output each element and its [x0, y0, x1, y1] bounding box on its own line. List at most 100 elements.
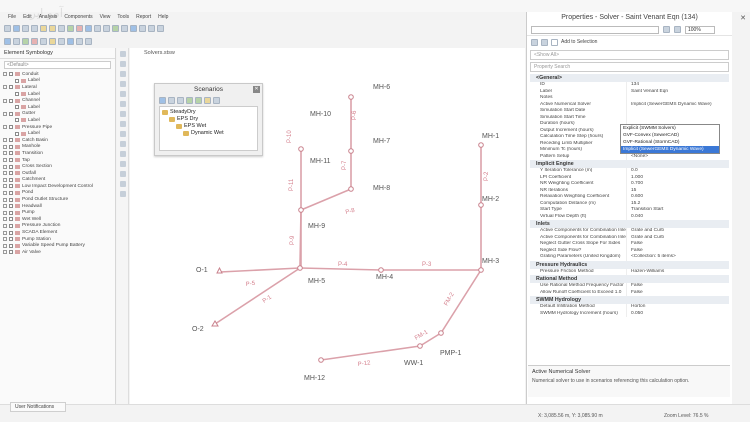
symbology-item[interactable]: Tap — [3, 157, 115, 164]
dropdown-option[interactable]: GVF-Convex (SewerCAD) — [621, 132, 719, 139]
new-icon[interactable] — [4, 24, 11, 32]
conduit-tool-icon[interactable] — [119, 71, 126, 77]
categorized-icon[interactable] — [531, 38, 538, 46]
pipe-line-p4[interactable] — [299, 267, 382, 271]
pipe-line-p5[interactable] — [219, 267, 301, 273]
element-selector[interactable] — [531, 25, 659, 34]
menu-item-tools[interactable]: Tools — [117, 14, 129, 20]
checkbox[interactable] — [9, 125, 13, 130]
compute-scenario-icon[interactable] — [195, 96, 202, 104]
zoom-select[interactable]: 100% — [685, 25, 715, 34]
expand-icon[interactable] — [3, 151, 7, 156]
wetwell-tool-icon[interactable] — [119, 131, 126, 137]
symbology-item[interactable]: Label — [3, 91, 115, 98]
pipe-icon[interactable] — [22, 37, 29, 45]
checkbox[interactable] — [9, 85, 13, 90]
expand-icon[interactable] — [3, 237, 7, 242]
symbology-item[interactable]: Label — [3, 104, 115, 111]
menu-item-components[interactable]: Components — [64, 14, 92, 20]
symbology-item[interactable]: Channel — [3, 97, 115, 104]
checkbox[interactable] — [9, 171, 13, 176]
new-scenario-icon[interactable] — [159, 96, 166, 104]
compute-icon[interactable] — [67, 24, 74, 32]
property-value[interactable]: False — [626, 289, 729, 296]
zoom-in-icon[interactable] — [148, 24, 155, 32]
node-marker[interactable] — [478, 267, 484, 273]
symbology-item[interactable]: Manhole — [3, 144, 115, 151]
expand-icon[interactable] — [3, 171, 7, 176]
zoom-extents-icon[interactable] — [139, 24, 146, 32]
symbology-item[interactable]: Label — [3, 78, 115, 85]
expand-icon[interactable] — [3, 138, 7, 143]
checkbox[interactable] — [9, 111, 13, 116]
symbology-item[interactable]: Pump Station — [3, 236, 115, 243]
document-tab[interactable]: Solvers.stsw — [144, 50, 175, 56]
pipe-line-p1[interactable] — [214, 267, 301, 325]
expand-icon[interactable] — [3, 111, 7, 116]
catchment-tool-icon[interactable] — [119, 151, 126, 157]
pump-tool-icon[interactable] — [119, 121, 126, 127]
property-value[interactable]: Hazen-Williams — [626, 268, 729, 275]
expand-icon[interactable] — [3, 190, 7, 195]
user-notifications-tab[interactable]: User Notifications — [10, 402, 66, 412]
line-tool-icon[interactable] — [119, 191, 126, 197]
undo-icon[interactable] — [40, 24, 47, 32]
make-current-icon[interactable] — [186, 96, 193, 104]
checkbox[interactable] — [9, 184, 13, 189]
layout-icon[interactable] — [13, 37, 20, 45]
zoom-out-icon[interactable] — [157, 24, 164, 32]
node-marker[interactable] — [478, 202, 484, 208]
select-tool-icon[interactable] — [119, 51, 126, 57]
print-icon[interactable] — [31, 24, 38, 32]
expand-icon[interactable] — [3, 177, 7, 182]
expand-icon[interactable] — [3, 204, 7, 209]
properties-filter[interactable]: <Show All> — [530, 50, 729, 60]
checkbox[interactable] — [15, 105, 19, 110]
expand-icon[interactable] — [3, 210, 7, 215]
symbology-item[interactable]: Transition — [3, 150, 115, 157]
expand-icon[interactable] — [3, 230, 7, 235]
property-row[interactable]: Virtual Flow Depth (ft) 0.040 — [530, 213, 729, 220]
expand-icon[interactable] — [3, 158, 7, 163]
property-row[interactable]: Grating Parameters (United Kingdom) <Coll… — [530, 254, 729, 261]
checkbox[interactable] — [9, 197, 13, 202]
close-icon[interactable]: ✕ — [253, 86, 260, 93]
help-icon[interactable] — [213, 96, 220, 104]
checkbox[interactable] — [9, 144, 13, 149]
checkbox[interactable] — [15, 78, 19, 83]
scenario-item[interactable]: Dynamic Wet — [162, 130, 255, 137]
symbology-item[interactable]: Pump — [3, 209, 115, 216]
close-icon[interactable]: ✕ — [740, 14, 746, 22]
checkbox[interactable] — [15, 131, 19, 136]
symbology-item[interactable]: Pressure Pipe — [3, 124, 115, 131]
text-tool-icon[interactable] — [119, 181, 126, 187]
symbology-item[interactable]: Catchment — [3, 177, 115, 184]
checkbox[interactable] — [9, 177, 13, 182]
symbology-item[interactable]: Air Valve — [3, 249, 115, 256]
checkbox[interactable] — [9, 217, 13, 222]
node-marker[interactable] — [348, 94, 354, 100]
checkbox[interactable] — [9, 210, 13, 215]
checkbox[interactable] — [9, 138, 13, 143]
property-section[interactable]: Implicit Engine — [530, 160, 729, 168]
menu-item-edit[interactable]: Edit — [23, 14, 32, 20]
scenarios-icon[interactable] — [85, 24, 92, 32]
symbology-item[interactable]: Low Impact Development Control — [3, 183, 115, 190]
property-value[interactable]: 0.040 — [626, 213, 729, 220]
node-marker[interactable] — [348, 186, 354, 192]
expand-icon[interactable] — [3, 197, 7, 202]
catch-basin-tool-icon[interactable] — [119, 91, 126, 97]
checkbox[interactable] — [9, 190, 13, 195]
tab-element-symbology[interactable]: Element Symbology — [4, 50, 53, 56]
node-marker[interactable] — [438, 330, 444, 336]
menu-item-help[interactable]: Help — [158, 14, 168, 20]
scenario-icon[interactable] — [4, 37, 11, 45]
manhole-icon[interactable] — [31, 37, 38, 45]
pan-tool-icon[interactable] — [119, 61, 126, 67]
checkbox[interactable] — [9, 151, 13, 156]
property-section[interactable]: <General> — [530, 74, 729, 82]
manhole-tool-icon[interactable] — [119, 81, 126, 87]
expand-icon[interactable] — [3, 243, 7, 248]
pond-tool-icon[interactable] — [119, 111, 126, 117]
expand-icon[interactable] — [3, 164, 7, 169]
